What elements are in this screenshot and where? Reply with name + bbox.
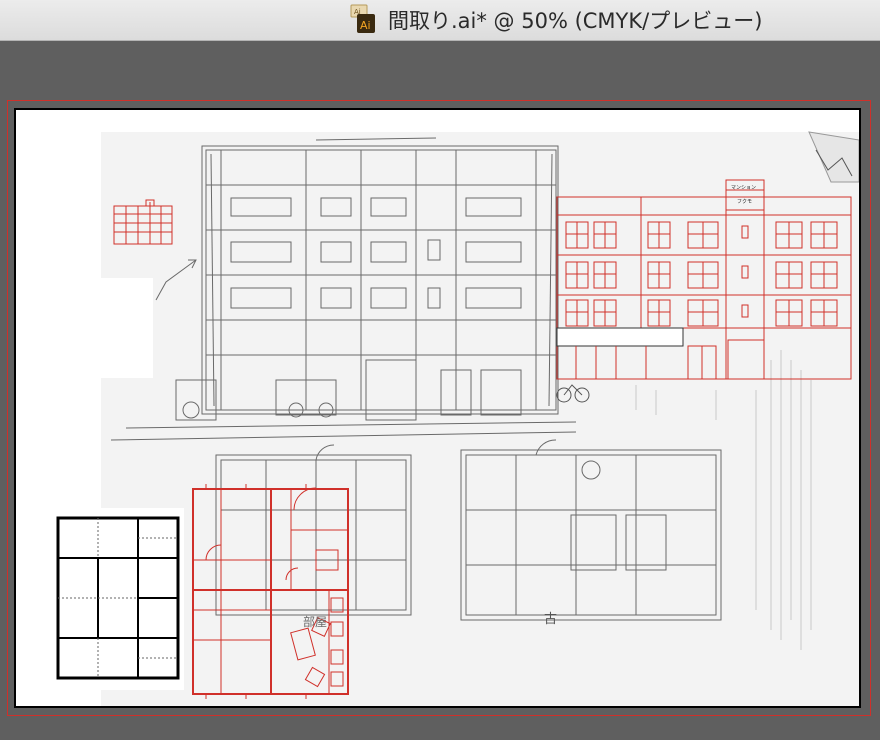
building-sign-line1: マンション — [731, 185, 756, 191]
building-sign-line2: フクモ — [737, 199, 752, 205]
illustrator-document-icon: Ai Ai — [349, 4, 377, 34]
room-label: 部屋 — [303, 614, 327, 629]
doc-icon-label: Ai — [360, 19, 371, 32]
scanned-sketch: 古 マンション フクモ 部屋 — [49, 131, 859, 706]
window-titlebar: Ai Ai 間取り.ai* @ 50% (CMYK/プレビュー) — [0, 0, 880, 41]
window-title: 間取り.ai* @ 50% (CMYK/プレビュー) — [388, 9, 763, 33]
sketch-label-furu: 古 — [544, 612, 557, 627]
artboard[interactable]: 古 マンション フクモ 部屋 — [14, 108, 861, 708]
